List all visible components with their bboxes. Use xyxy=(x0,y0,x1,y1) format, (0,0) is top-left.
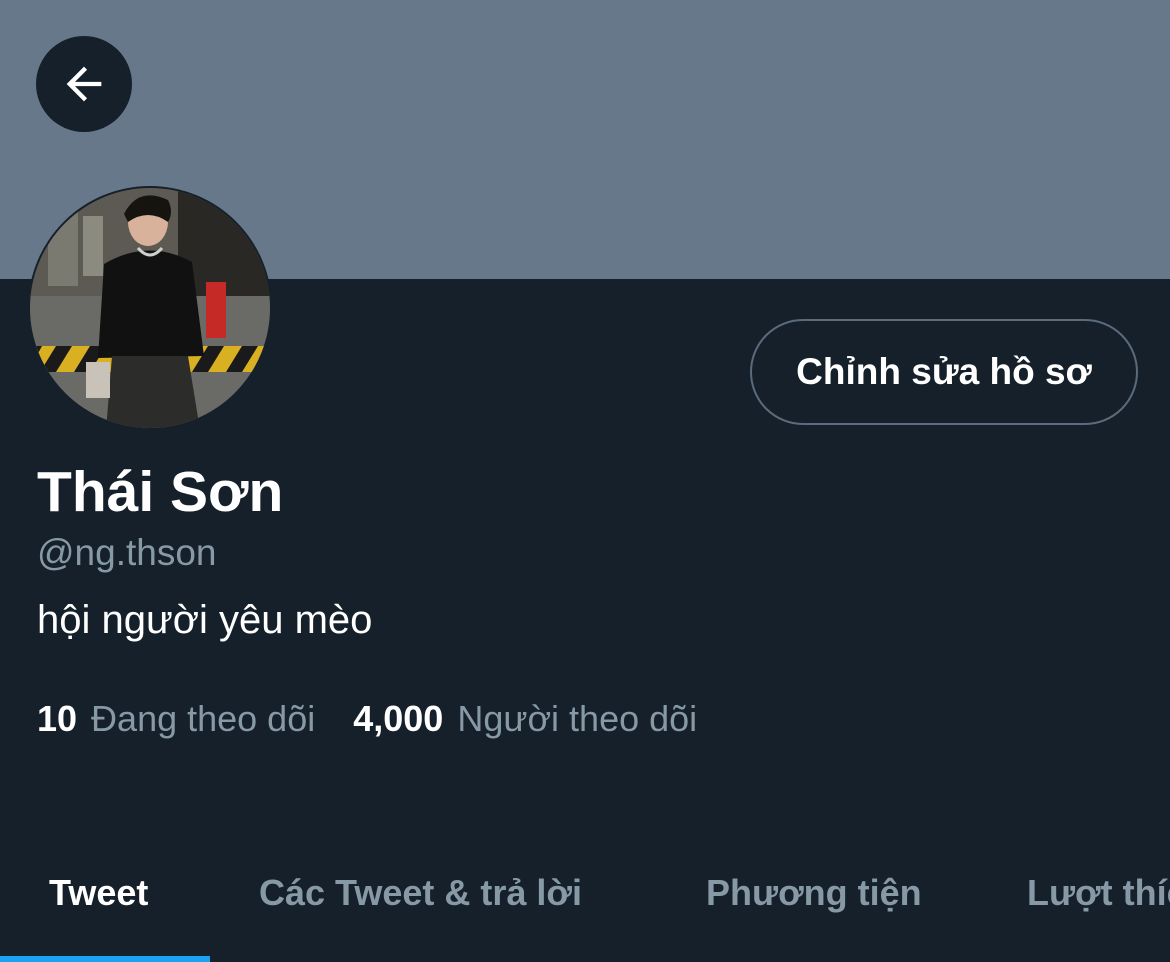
profile-stats: 10 Đang theo dõi 4,000 Người theo dõi xyxy=(37,698,697,740)
tab-likes[interactable]: Lượt thích xyxy=(1027,850,1170,936)
tab-media[interactable]: Phương tiện xyxy=(706,850,922,936)
back-button[interactable] xyxy=(36,36,132,132)
tab-tweets[interactable]: Tweet xyxy=(49,850,148,936)
profile-tabs: Tweet Các Tweet & trả lời Phương tiện Lư… xyxy=(0,850,1170,962)
arrow-left-icon xyxy=(66,66,102,102)
avatar-photo xyxy=(30,188,270,428)
followers-count: 4,000 xyxy=(353,698,444,739)
profile-page: Chỉnh sửa hồ sơ Thái Sơn @ng.thson hội n… xyxy=(0,0,1170,962)
following-stat[interactable]: 10 Đang theo dõi xyxy=(37,698,315,740)
tab-tweets-replies[interactable]: Các Tweet & trả lời xyxy=(259,850,582,936)
following-label: Đang theo dõi xyxy=(91,698,316,739)
profile-bio: hội người yêu mèo xyxy=(37,598,373,642)
display-name: Thái Sơn xyxy=(37,460,284,524)
edit-profile-button[interactable]: Chỉnh sửa hồ sơ xyxy=(750,319,1138,425)
avatar[interactable] xyxy=(28,186,272,430)
followers-stat[interactable]: 4,000 Người theo dõi xyxy=(353,698,697,740)
following-count: 10 xyxy=(37,698,78,739)
active-tab-indicator xyxy=(0,956,210,962)
user-handle: @ng.thson xyxy=(37,532,217,573)
followers-label: Người theo dõi xyxy=(457,698,698,739)
